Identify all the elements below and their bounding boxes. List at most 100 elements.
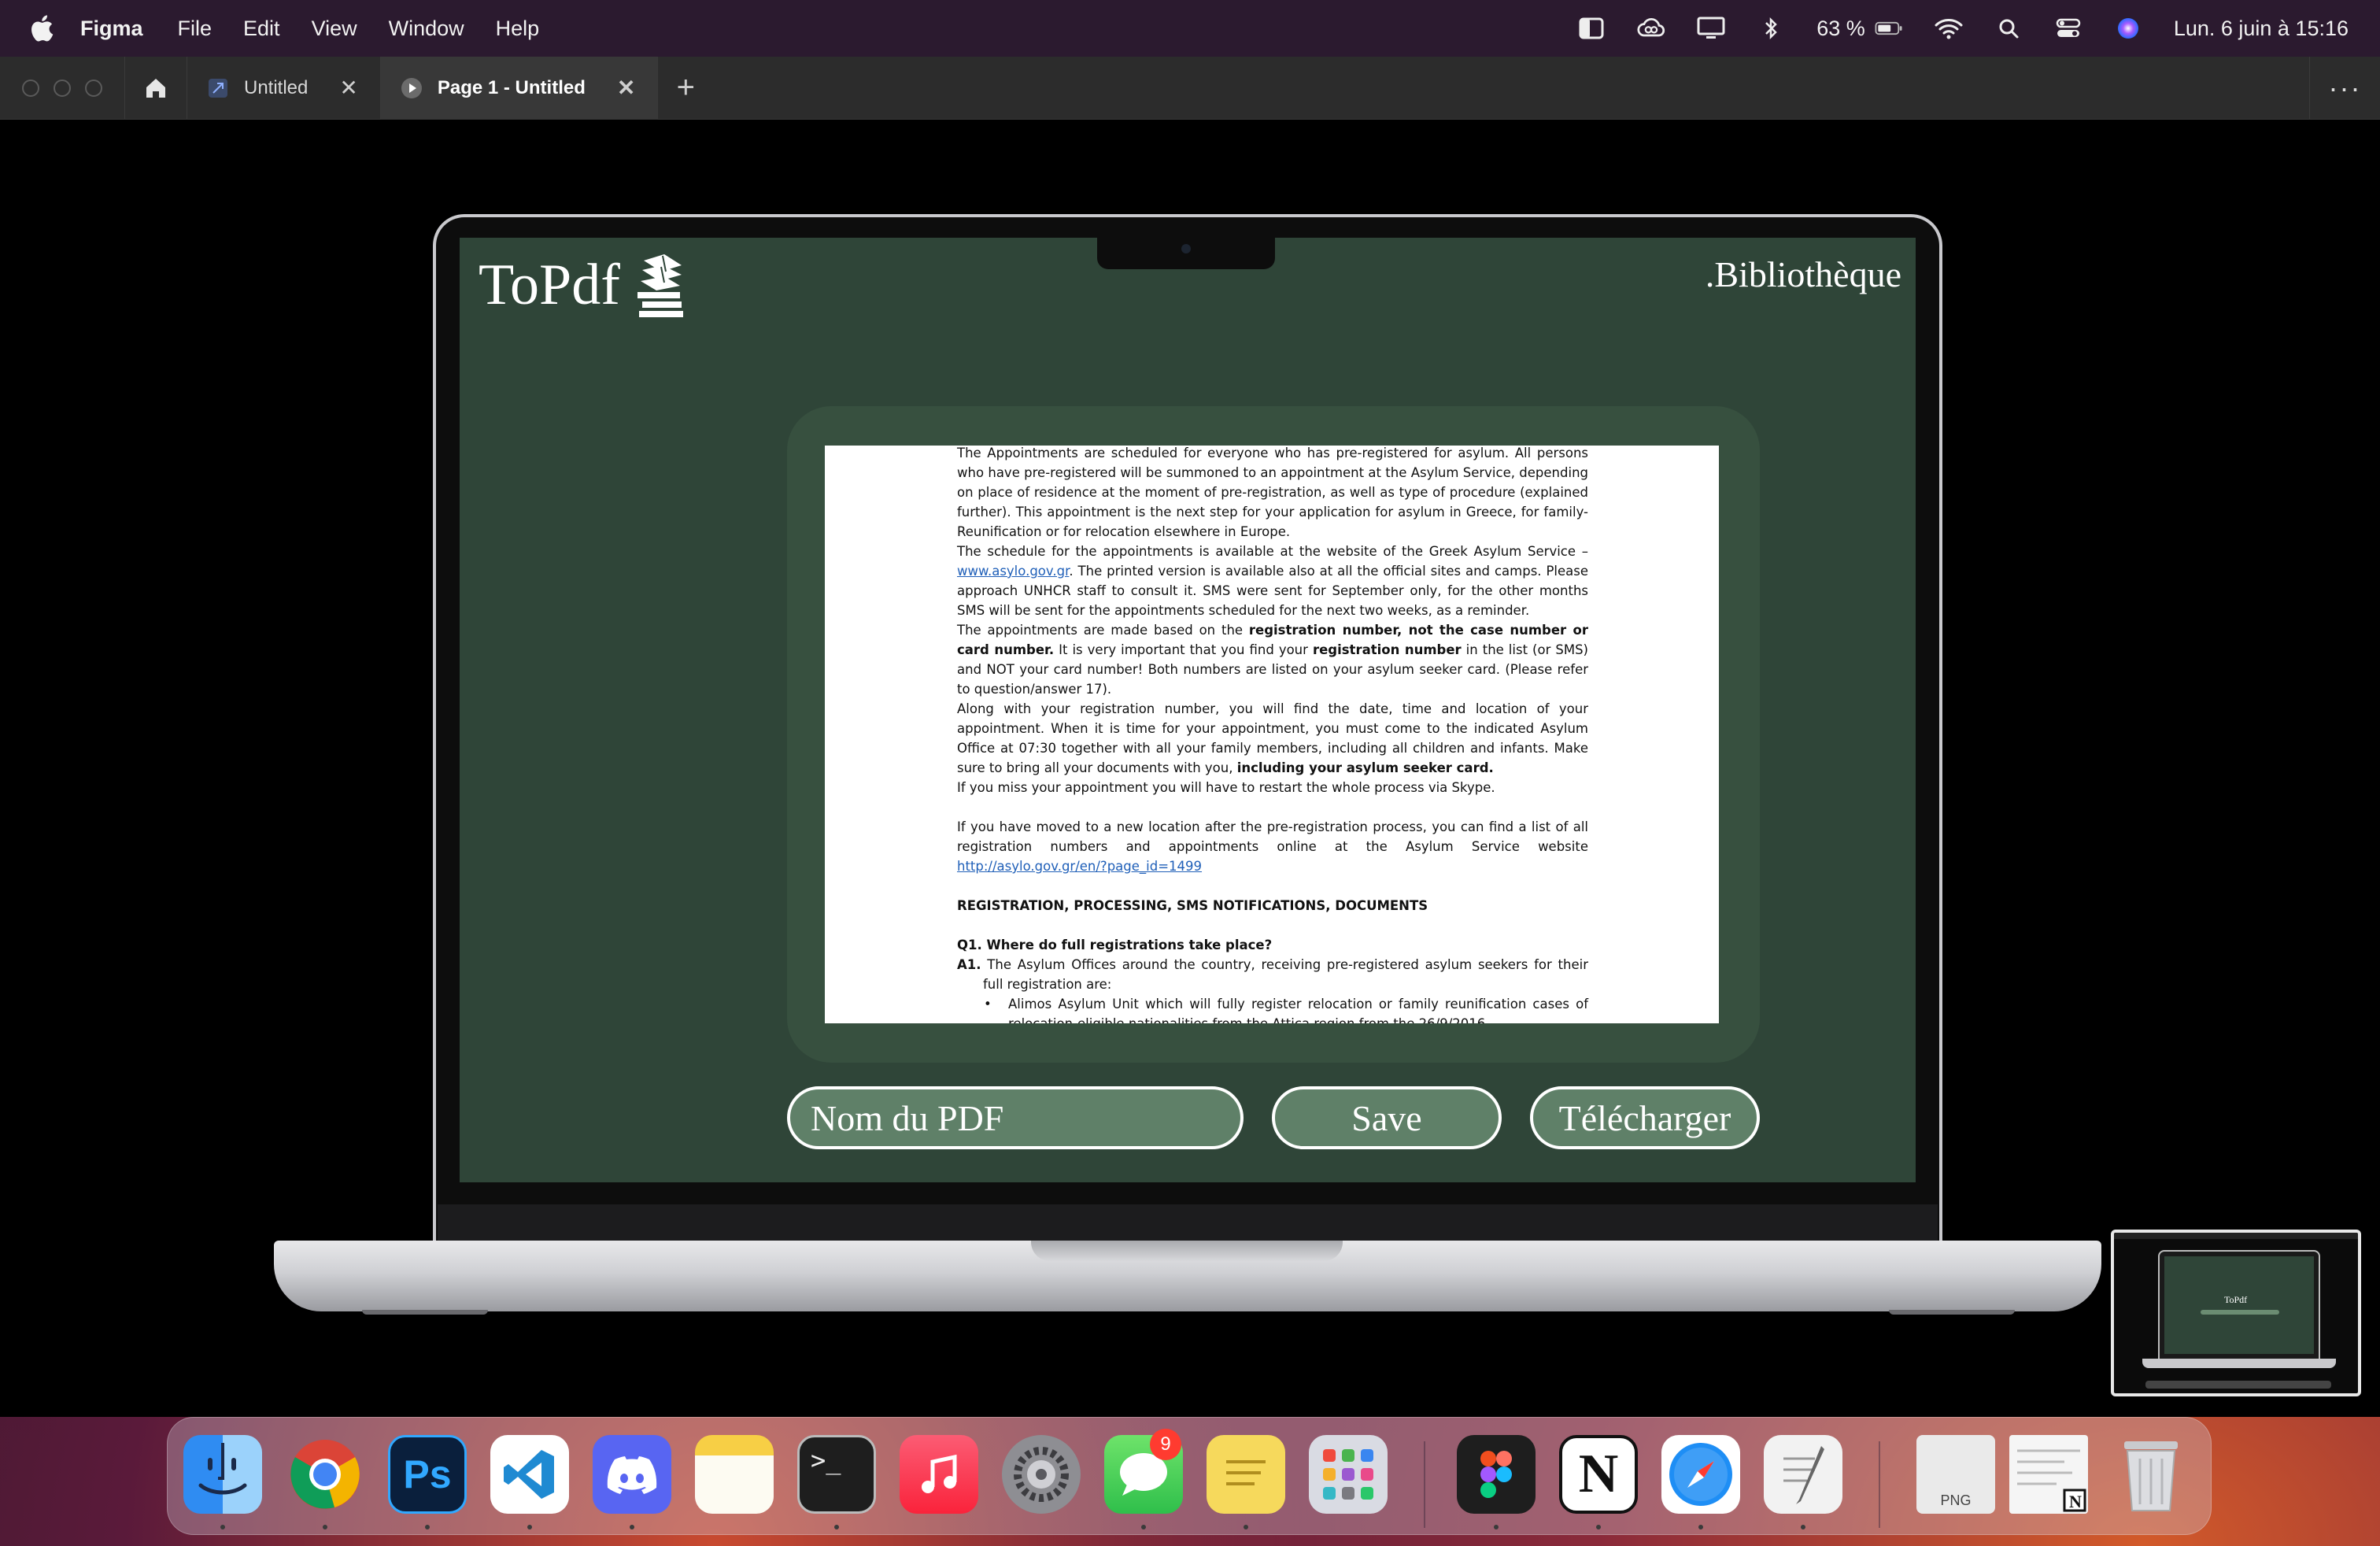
topdf-app-screen: ToPdf .Bibliothèque The Appointments are…	[460, 238, 1916, 1182]
pdf-bullet: Alimos Asylum Unit which will fully regi…	[957, 994, 1588, 1023]
svg-text:N: N	[2069, 1492, 2082, 1511]
save-button[interactable]: Save	[1272, 1086, 1502, 1149]
running-indicator	[630, 1525, 634, 1529]
running-indicator	[1801, 1525, 1805, 1529]
clock[interactable]: Lun. 6 juin à 15:16	[2174, 17, 2349, 41]
more-options-button[interactable]: ···	[2309, 56, 2380, 120]
asylum-page-link[interactable]: http://asylo.gov.gr/en/?page_id=1499	[957, 859, 1202, 874]
menu-edit[interactable]: Edit	[243, 17, 280, 41]
play-icon	[400, 76, 423, 100]
tab-label: Page 1 - Untitled	[437, 76, 586, 98]
pdf-paragraph: The Appointments are scheduled for every…	[957, 446, 1588, 539]
pdf-paragraph: The appointments are made based on the r…	[957, 620, 1588, 699]
notes-app-icon[interactable]	[695, 1435, 774, 1514]
close-tab-button[interactable]: ✕	[339, 75, 357, 101]
status-area: 63 % Lun. 6 juin à 15:16	[1546, 0, 2380, 57]
close-tab-button[interactable]: ✕	[617, 75, 635, 101]
terminal-app-icon[interactable]: >_	[797, 1435, 876, 1514]
system-settings-app-icon[interactable]	[1002, 1435, 1081, 1514]
display-icon[interactable]	[1697, 17, 1725, 40]
camera-icon	[1181, 244, 1191, 253]
pdf-bold-run: registration number	[1312, 642, 1462, 657]
preview-dock	[2145, 1381, 2331, 1389]
notion-app-icon[interactable]: N	[1559, 1435, 1638, 1514]
running-indicator	[1494, 1525, 1499, 1529]
discord-app-icon[interactable]	[593, 1435, 671, 1514]
bluetooth-icon[interactable]	[1757, 17, 1785, 40]
recent-document-icon[interactable]: N	[2009, 1435, 2088, 1514]
menu-help[interactable]: Help	[496, 17, 540, 41]
preview-menubar	[2114, 1233, 2358, 1239]
preview-logo: ToPdf	[2224, 1294, 2248, 1305]
new-tab-button[interactable]: +	[658, 57, 713, 120]
pdf-text-run: The Asylum Offices around the country, r…	[981, 957, 1588, 992]
pdf-text-run: The schedule for the appointments is ava…	[957, 544, 1588, 559]
running-indicator	[323, 1525, 327, 1529]
bibliotheque-link[interactable]: .Bibliothèque	[1706, 253, 1901, 295]
pdf-question: Q1. Where do full registrations take pla…	[957, 938, 1273, 952]
photoshop-app-icon[interactable]: Ps	[388, 1435, 467, 1514]
pdf-controls: Save Télécharger	[787, 1086, 1760, 1149]
running-indicator	[1698, 1525, 1703, 1529]
asylum-website-link[interactable]: www.asylo.gov.gr	[957, 564, 1069, 579]
pdf-paragraph: Along with your registration number, you…	[957, 699, 1588, 778]
textedit-app-icon[interactable]	[1764, 1435, 1842, 1514]
wifi-icon[interactable]	[1935, 17, 1963, 40]
laptop-chin	[438, 1204, 1938, 1244]
laptop-hinge-notch	[1031, 1241, 1343, 1261]
tab-label: Untitled	[244, 76, 309, 98]
dock: Ps >_ 9 N PNG N	[167, 1417, 2212, 1535]
battery-icon[interactable]	[1875, 17, 1903, 40]
minimize-window-button[interactable]	[54, 79, 71, 97]
trash-icon[interactable]	[2112, 1435, 2190, 1514]
control-center-icon[interactable]	[2054, 17, 2082, 40]
running-indicator	[527, 1525, 532, 1529]
close-window-button[interactable]	[22, 79, 39, 97]
logo-text: ToPdf	[479, 253, 620, 317]
window-controls	[22, 79, 116, 97]
creative-cloud-icon[interactable]	[1637, 17, 1665, 40]
menu-window[interactable]: Window	[389, 17, 464, 41]
music-app-icon[interactable]	[900, 1435, 978, 1514]
download-button[interactable]: Télécharger	[1530, 1086, 1760, 1149]
safari-app-icon[interactable]	[1661, 1435, 1740, 1514]
laptop-foot	[362, 1310, 488, 1315]
stickies-app-icon[interactable]	[1207, 1435, 1285, 1514]
menu-bar: Figma File Edit View Window Help 63 % Lu…	[0, 0, 2380, 57]
running-indicator	[1596, 1525, 1601, 1529]
dock-separator	[1879, 1441, 1880, 1528]
pdf-paragraph: If you have moved to a new location afte…	[957, 817, 1588, 876]
search-icon[interactable]	[1994, 17, 2023, 40]
menu-file[interactable]: File	[178, 17, 213, 41]
screenshot-preview-thumbnail[interactable]: ToPdf	[2111, 1230, 2361, 1396]
pdf-paragraph: If you miss your appointment you will ha…	[957, 780, 1495, 795]
preview-laptop-base	[2142, 1359, 2336, 1368]
sidebar-icon[interactable]	[1577, 17, 1606, 40]
finder-app-icon[interactable]	[183, 1435, 262, 1514]
home-icon	[146, 78, 165, 98]
zoom-window-button[interactable]	[85, 79, 102, 97]
running-indicator	[834, 1525, 839, 1529]
home-button[interactable]	[124, 56, 187, 120]
launchpad-app-icon[interactable]	[1309, 1435, 1388, 1514]
pdf-page[interactable]: The Appointments are scheduled for every…	[825, 446, 1719, 1023]
messages-badge: 9	[1150, 1429, 1181, 1460]
books-stack-icon	[637, 253, 683, 317]
pdf-viewer: The Appointments are scheduled for every…	[787, 406, 1760, 1063]
chrome-app-icon[interactable]	[286, 1435, 364, 1514]
menu-view[interactable]: View	[312, 17, 357, 41]
figma-file-icon	[206, 76, 230, 100]
tab-page-1-untitled[interactable]: Page 1 - Untitled ✕	[380, 56, 659, 120]
vscode-app-icon[interactable]	[490, 1435, 569, 1514]
laptop-foot	[1889, 1310, 2015, 1315]
siri-icon[interactable]	[2114, 17, 2142, 40]
tab-untitled[interactable]: Untitled ✕	[187, 56, 381, 120]
png-file-icon[interactable]: PNG	[1916, 1435, 1995, 1514]
figma-app-icon[interactable]	[1457, 1435, 1536, 1514]
pdf-text-run: If you have moved to a new location afte…	[957, 819, 1588, 854]
apple-menu-icon[interactable]	[30, 15, 54, 42]
pdf-name-input[interactable]	[787, 1086, 1244, 1149]
pdf-bold-run: including your asylum seeker card.	[1236, 760, 1494, 775]
topdf-logo[interactable]: ToPdf	[479, 252, 689, 319]
app-menu-figma[interactable]: Figma	[80, 17, 143, 41]
